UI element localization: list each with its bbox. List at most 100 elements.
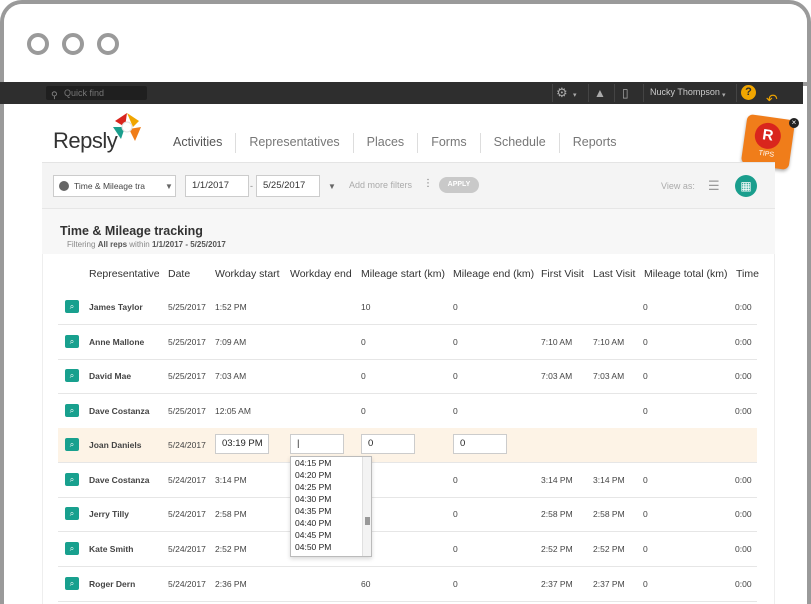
table-cell: 0:00 — [735, 371, 752, 381]
table-cell: 0 — [643, 302, 648, 312]
view-details-icon[interactable]: ⌕ — [65, 507, 79, 520]
date-to-input[interactable]: 5/25/2017 — [256, 175, 320, 197]
table-cell: 2:58 PM — [593, 509, 625, 519]
time-option[interactable]: 04:25 PM — [291, 481, 371, 493]
main-nav: Activities Representatives Places Forms … — [160, 133, 630, 153]
view-details-icon[interactable]: ⌕ — [65, 300, 79, 313]
arrow-icon: ↶ — [766, 91, 778, 107]
view-details-icon[interactable]: ⌕ — [65, 577, 79, 590]
table-cell: 5/24/2017 — [168, 509, 206, 519]
view-details-icon[interactable]: ⌕ — [65, 473, 79, 486]
topbar-divider — [552, 84, 553, 102]
table-cell: Anne Mallone — [89, 337, 145, 347]
scrollbar[interactable] — [362, 457, 371, 556]
chat-icon[interactable]: ▯ — [622, 85, 629, 101]
table-cell: 0 — [643, 371, 648, 381]
time-option[interactable]: 04:40 PM — [291, 517, 371, 529]
table-row[interactable]: ⌕ Anne Mallone 5/25/2017 7:09 AM 0 0 7:10 AM 7:… — [58, 325, 757, 360]
activity-type-select[interactable]: Time & Mileage tra — [53, 175, 176, 197]
time-option[interactable]: 04:30 PM — [291, 493, 371, 505]
we-edit-input[interactable]: | — [290, 434, 344, 454]
column-header[interactable]: First Visit — [541, 268, 584, 280]
time-option[interactable]: 04:35 PM — [291, 505, 371, 517]
table-cell: 2:36 PM — [215, 579, 247, 589]
page-title: Time & Mileage tracking — [60, 224, 203, 238]
view-details-icon[interactable]: ⌕ — [65, 542, 79, 555]
date-range-dash: - — [250, 181, 253, 191]
apply-button[interactable]: APPLY — [439, 177, 479, 193]
table-cell: 2:52 PM — [593, 544, 625, 554]
nav-representatives[interactable]: Representatives — [236, 133, 354, 153]
column-header[interactable]: Workday start — [215, 268, 280, 280]
window-dot-1 — [27, 33, 49, 55]
table-row[interactable]: ⌕ James Taylor 5/25/2017 1:52 PM 10 0 0 0:00 — [58, 290, 757, 325]
view-details-icon[interactable]: ⌕ — [65, 369, 79, 382]
table-row[interactable]: ⌕ David Mae 5/25/2017 7:03 AM 0 0 7:03 AM 7:03 … — [58, 359, 757, 394]
topbar-divider — [588, 84, 589, 102]
nav-forms[interactable]: Forms — [418, 133, 481, 153]
view-details-icon[interactable]: ⌕ — [65, 335, 79, 348]
filter-summary-reps: All reps — [97, 240, 128, 249]
nav-activities[interactable]: Activities — [160, 133, 237, 153]
column-header[interactable]: Workday end — [290, 268, 352, 280]
date-from-input[interactable]: 1/1/2017 — [185, 175, 249, 197]
ms-edit-input[interactable]: 0 — [361, 434, 415, 454]
column-header[interactable]: Mileage end (km) — [453, 268, 534, 280]
table-cell: Dave Costanza — [89, 475, 150, 485]
filter-bar: Time & Mileage tra ▼ 1/1/2017 - 5/25/201… — [42, 162, 775, 208]
nav-reports[interactable]: Reports — [560, 133, 630, 153]
me-edit-input[interactable]: 0 — [453, 434, 507, 454]
close-icon[interactable]: × — [789, 118, 799, 128]
window-dot-2 — [62, 33, 84, 55]
table-row[interactable]: ⌕ Kate Smith 5/24/2017 2:52 PM 0 2:52 PM 2:52 … — [58, 532, 757, 567]
table-cell: Joan Daniels — [89, 440, 142, 450]
table-cell: 3:14 PM — [541, 475, 573, 485]
scrollbar-thumb[interactable] — [365, 517, 370, 525]
table-cell: 2:58 PM — [541, 509, 573, 519]
gear-icon[interactable]: ⚙ — [556, 85, 568, 101]
table-cell: 0:00 — [735, 406, 752, 416]
grid-view-icon[interactable]: ▦ — [735, 175, 757, 197]
time-option[interactable]: 04:20 PM — [291, 469, 371, 481]
view-details-icon[interactable]: ⌕ — [65, 404, 79, 417]
bell-icon[interactable]: ▲ — [594, 85, 606, 101]
column-header[interactable]: Time — [736, 268, 759, 280]
table-row[interactable]: ⌕ Joan Daniels 5/24/2017 03:19 PM | 0 0 — [58, 428, 757, 463]
column-header[interactable]: Date — [168, 268, 190, 280]
table-row[interactable]: ⌕ Dave Costanza 5/25/2017 12:05 AM 0 0 0 0:00 — [58, 394, 757, 429]
column-header[interactable]: Representative — [89, 268, 160, 280]
table-cell: 0 — [453, 371, 458, 381]
filter-summary-range: 1/1/2017 - 5/25/2017 — [151, 240, 226, 249]
time-option[interactable]: 04:50 PM — [291, 541, 371, 553]
nav-places[interactable]: Places — [354, 133, 419, 153]
time-option[interactable]: 04:15 PM — [291, 457, 371, 469]
quick-find-input[interactable]: ⚲ Quick find — [46, 86, 147, 100]
table-row[interactable]: ⌕Dave Costanza5/24/20173:14 PM103:14 PM3… — [58, 463, 757, 498]
time-option[interactable]: 04:45 PM — [291, 529, 371, 541]
kebab-icon[interactable]: ⋮ — [423, 178, 433, 189]
help-button[interactable]: ? — [741, 85, 756, 100]
table-cell: 1:52 PM — [215, 302, 247, 312]
table-cell: 0:00 — [735, 337, 752, 347]
list-view-icon[interactable]: ☰ — [708, 178, 720, 194]
logo[interactable]: Repsly — [53, 128, 118, 154]
nav-schedule[interactable]: Schedule — [481, 133, 560, 153]
topbar-divider — [736, 84, 737, 102]
chevron-down-icon[interactable]: ▼ — [328, 182, 336, 191]
user-menu[interactable]: Nucky Thompson — [650, 87, 720, 97]
table-cell: 5/25/2017 — [168, 406, 206, 416]
ws-edit-input[interactable]: 03:19 PM — [215, 434, 269, 454]
table-cell: 0 — [453, 544, 458, 554]
table-cell: 7:03 AM — [593, 371, 625, 381]
table-cell: 0:00 — [735, 544, 752, 554]
chevron-down-icon: ▼ — [165, 182, 173, 191]
view-details-icon[interactable]: ⌕ — [65, 438, 79, 451]
column-header[interactable]: Mileage start (km) — [361, 268, 445, 280]
time-picker-dropdown[interactable]: 04:15 PM 04:20 PM 04:25 PM 04:30 PM 04:35 PM… — [290, 456, 372, 557]
table-cell: 7:09 AM — [215, 337, 247, 347]
table-row[interactable]: ⌕ Roger Dern 5/24/2017 2:36 PM 60 0 2:37 PM 2:3… — [58, 567, 757, 602]
column-header[interactable]: Last Visit — [593, 268, 635, 280]
column-header[interactable]: Mileage total (km) — [644, 268, 727, 280]
table-row[interactable]: ⌕ Jerry Tilly 5/24/2017 2:58 PM 0 2:58 PM 2:58… — [58, 497, 757, 532]
add-more-filters-link[interactable]: Add more filters — [349, 180, 412, 190]
